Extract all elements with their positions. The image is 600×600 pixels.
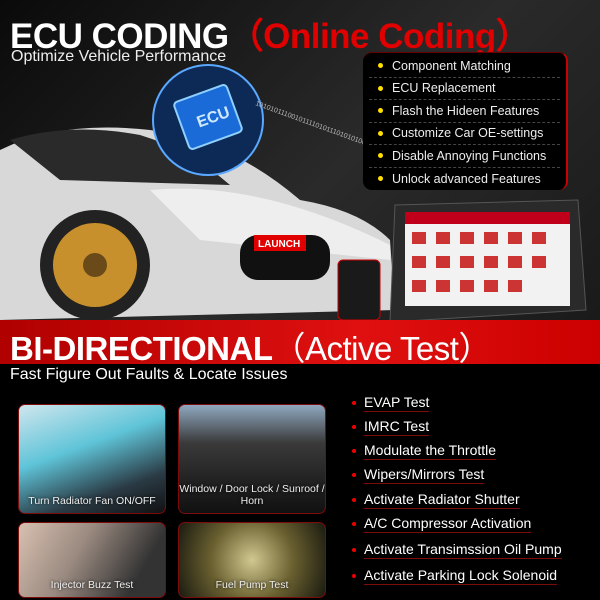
diagnostic-tablet [389, 199, 587, 320]
launch-logo: LAUNCH [258, 239, 300, 250]
bullet-icon [352, 473, 356, 477]
test-item: Activate Transimssion Oil Pump [352, 541, 562, 559]
bullet-icon [378, 108, 383, 114]
bullet-icon [378, 130, 383, 136]
bullet-icon [352, 401, 356, 405]
feature-label: ECU Replacement [392, 81, 496, 96]
tile-injector: Injector Buzz Test [18, 522, 166, 598]
feature-item: Customize Car OE-settings [369, 123, 560, 145]
test-item: Activate Parking Lock Solenoid [352, 567, 557, 585]
feature-label: Customize Car OE-settings [392, 126, 544, 141]
bullet-icon [352, 449, 356, 453]
feature-item: Disable Annoying Functions [369, 145, 560, 168]
section-title-active-test: （Active Test） [272, 330, 491, 367]
feature-item: Flash the Hideen Features [369, 100, 560, 123]
test-item: Activate Radiator Shutter [352, 491, 520, 509]
tile-window-door: Window / Door Lock / Sunroof / Horn [178, 404, 326, 514]
bullet-icon [378, 153, 383, 159]
test-label: Activate Radiator Shutter [364, 491, 520, 509]
feature-item: Unlock advanced Features [369, 168, 560, 191]
feature-label: Unlock advanced Features [392, 171, 541, 186]
bullet-icon [352, 498, 356, 502]
test-item: Modulate the Throttle [352, 442, 497, 460]
test-item: IMRC Test [352, 418, 430, 436]
bullet-icon [352, 574, 356, 578]
bullet-icon [378, 63, 383, 69]
subtitle: Optimize Vehicle Performance [11, 48, 227, 65]
test-label: Modulate the Throttle [364, 442, 497, 460]
feature-label: Flash the Hideen Features [392, 103, 540, 118]
test-item: EVAP Test [352, 394, 430, 412]
vci-dongle [337, 259, 381, 320]
test-label: Wipers/Mirrors Test [364, 466, 485, 484]
feature-item: Component Matching [369, 55, 560, 78]
tile-radiator-fan: Turn Radiator Fan ON/OFF [18, 404, 166, 514]
test-item: A/C Compressor Activation [352, 515, 532, 533]
test-label: EVAP Test [364, 394, 430, 412]
test-label: Activate Transimssion Oil Pump [364, 541, 562, 559]
bullet-icon [352, 548, 356, 552]
tile-caption: Injector Buzz Test [50, 579, 134, 591]
test-label: Activate Parking Lock Solenoid [364, 567, 557, 585]
feature-label: Disable Annoying Functions [392, 148, 547, 163]
feature-item: ECU Replacement [369, 78, 560, 100]
feature-label: Component Matching [392, 58, 511, 73]
test-label: IMRC Test [364, 418, 430, 436]
tile-caption: Window / Door Lock / Sunroof / Horn [179, 483, 325, 507]
bullet-icon [352, 425, 356, 429]
tile-caption: Turn Radiator Fan ON/OFF [28, 495, 156, 507]
feature-list: Component Matching ECU Replacement Flash… [363, 52, 568, 190]
section-title: BI-DIRECTIONAL（Active Test） [10, 322, 491, 370]
bullet-icon [378, 85, 383, 91]
tile-caption: Fuel Pump Test [215, 579, 289, 591]
section-title-main: BI-DIRECTIONAL [10, 330, 273, 367]
section-subtitle: Fast Figure Out Faults & Locate Issues [10, 366, 288, 383]
bullet-icon [352, 522, 356, 526]
bullet-icon [378, 176, 383, 182]
tile-fuel-pump: Fuel Pump Test [178, 522, 326, 598]
title-online-coding: （Online Coding） [228, 17, 531, 56]
test-item: Wipers/Mirrors Test [352, 466, 485, 484]
test-label: A/C Compressor Activation [364, 515, 532, 533]
